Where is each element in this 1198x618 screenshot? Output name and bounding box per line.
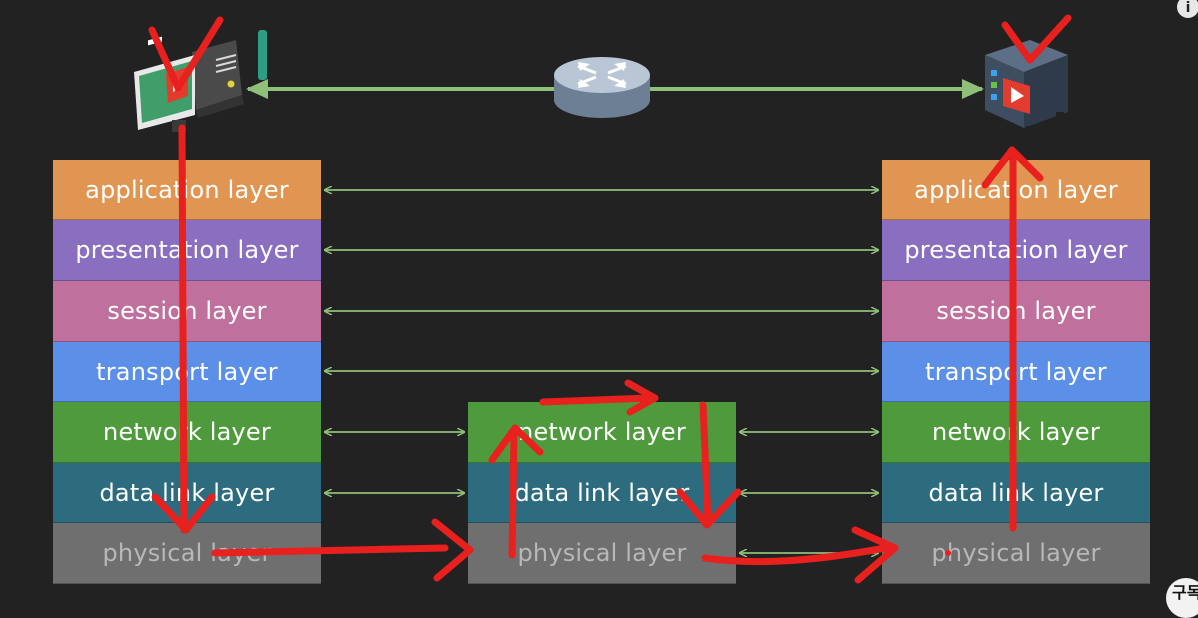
router-icon — [554, 57, 650, 118]
peer-link-arrows — [325, 190, 878, 553]
channel-badge-icon[interactable]: 구독 — [1166, 578, 1198, 618]
annotation-dot — [945, 550, 951, 556]
router-up-arrow-annotation — [508, 428, 518, 559]
router-across-arrow-annotation — [539, 394, 654, 406]
info-icon[interactable]: i — [1177, 0, 1198, 18]
diagram-overlay — [134, 14, 1072, 584]
to-server-arrow-annotation — [701, 544, 889, 566]
osi-diagram: application layer presentation layer ses… — [0, 0, 1198, 618]
router-down-arrow-annotation — [699, 401, 712, 526]
to-router-arrow-annotation — [211, 544, 449, 557]
down-arrow-annotation — [178, 124, 188, 534]
